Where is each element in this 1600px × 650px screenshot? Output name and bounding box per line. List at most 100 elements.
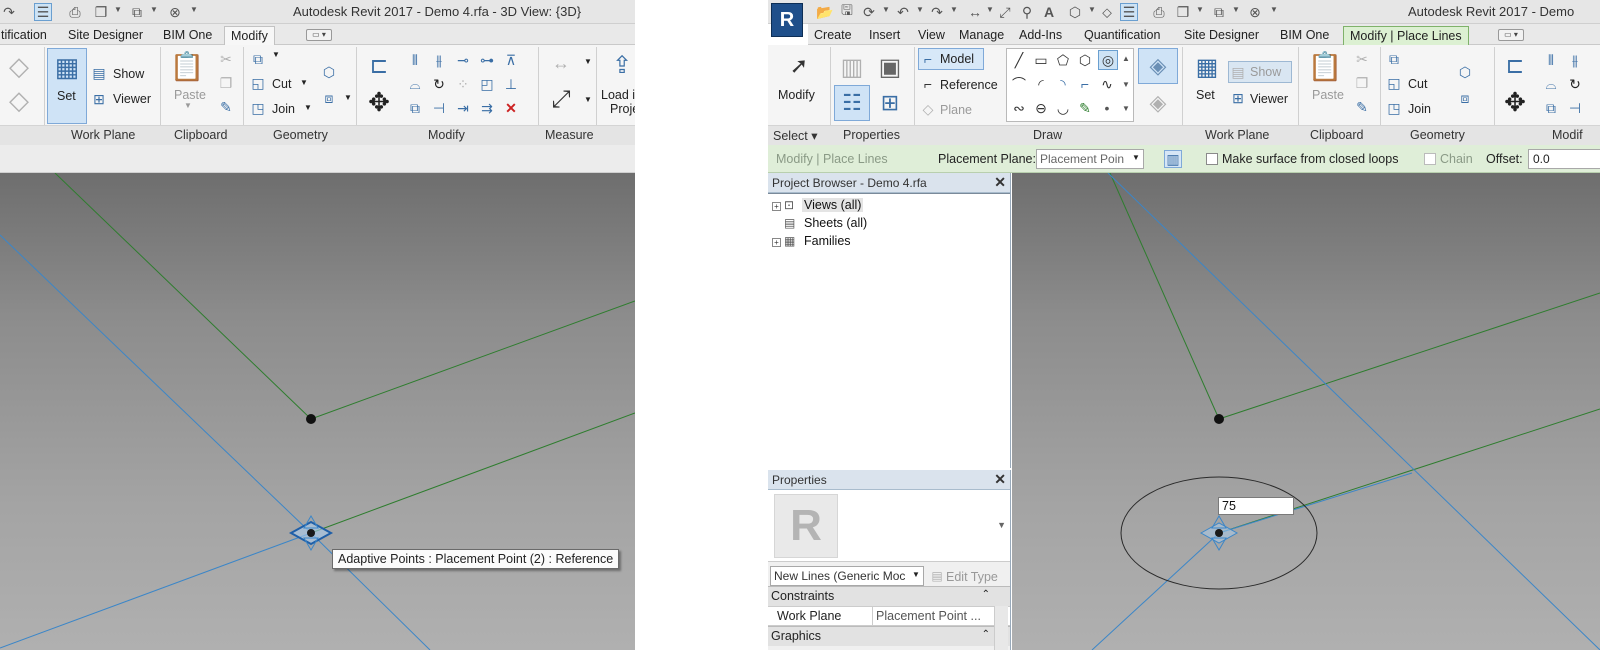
- customize-qat-icon[interactable]: ▼: [190, 5, 198, 14]
- property-row[interactable]: Work Plane Placement Point ...: [768, 606, 1010, 626]
- tab-quantification[interactable]: Quantification: [1078, 26, 1166, 45]
- chevron-down-icon[interactable]: ▼: [1196, 5, 1204, 14]
- model-line[interactable]: [310, 412, 635, 534]
- chevron-down-icon[interactable]: ▼: [986, 5, 994, 14]
- type-dropdown[interactable]: New Lines (Generic Moc: [770, 566, 924, 586]
- load-into-project-icon[interactable]: ⇪: [608, 49, 635, 81]
- cut-clipboard-icon[interactable]: ✂: [218, 51, 234, 67]
- split-face-icon[interactable]: ⧈: [320, 89, 338, 107]
- paste-button[interactable]: Paste: [1312, 88, 1344, 102]
- dimension-icon[interactable]: ⤢: [544, 83, 578, 117]
- reference-line[interactable]: [0, 532, 312, 649]
- chevron-down-icon[interactable]: ▼: [916, 5, 924, 14]
- section-icon[interactable]: ⬦: [1098, 3, 1116, 21]
- measure-icon[interactable]: ↔: [966, 3, 984, 21]
- paste-button[interactable]: Paste: [174, 88, 206, 102]
- family-category-icon[interactable]: ▣: [874, 51, 906, 83]
- trim-extend-multiple-icon[interactable]: ⇉: [478, 99, 496, 117]
- expand-icon[interactable]: +: [772, 238, 781, 247]
- center-ends-arc-icon[interactable]: ◜: [1032, 75, 1050, 93]
- mirror-draw-icon[interactable]: ⫵: [1566, 51, 1584, 69]
- spline-through-points-icon[interactable]: ∾: [1010, 99, 1028, 117]
- redo-icon[interactable]: ↷: [928, 3, 946, 21]
- type-selector[interactable]: R ▼: [768, 490, 1010, 562]
- tab-bim-one[interactable]: BIM One: [1274, 26, 1335, 45]
- viewer-button[interactable]: Viewer: [113, 92, 151, 106]
- default-3d-view-icon[interactable]: ⬡: [1066, 3, 1084, 21]
- reference-line[interactable]: [1091, 532, 1220, 650]
- chevron-down-icon[interactable]: ▼: [1232, 5, 1240, 14]
- gallery-down-icon[interactable]: ▼: [1120, 77, 1132, 91]
- thin-lines-icon[interactable]: ☰: [34, 3, 52, 21]
- print-icon[interactable]: ⎙: [66, 3, 84, 21]
- modify-button[interactable]: Modify: [778, 88, 815, 102]
- wall-joins-icon[interactable]: ⬡: [320, 63, 338, 81]
- draw-on-face-icon[interactable]: ◈: [1140, 87, 1176, 119]
- load-into-project-label[interactable]: Load i: [601, 88, 635, 102]
- cope-icon[interactable]: ⧉: [250, 51, 266, 67]
- cube-icon[interactable]: ◇: [4, 51, 34, 81]
- constraints-group[interactable]: Constraints ⌃: [768, 586, 1010, 606]
- tab-quantification[interactable]: tification: [0, 26, 53, 45]
- start-end-arc-icon[interactable]: ⌒: [1010, 75, 1028, 93]
- rotate-icon[interactable]: ↻: [430, 75, 448, 93]
- partial-ellipse-icon[interactable]: ◡: [1054, 99, 1072, 117]
- tab-views-icon[interactable]: ⧉: [1210, 3, 1228, 21]
- show-button[interactable]: Show: [113, 67, 144, 81]
- mirror-draw-icon[interactable]: ⫵: [430, 51, 448, 69]
- radius-dimension-input[interactable]: 75: [1218, 497, 1294, 515]
- move-icon[interactable]: ✥: [1500, 85, 1530, 119]
- adaptive-point-marker[interactable]: [288, 515, 334, 551]
- tree-item-views[interactable]: Views (all): [802, 198, 864, 212]
- mirror-axis-icon[interactable]: ⫴: [1542, 51, 1560, 69]
- fillet-arc-icon[interactable]: ⌐: [1076, 75, 1094, 93]
- split-face-icon[interactable]: ⧈: [1456, 89, 1474, 107]
- point-element-icon[interactable]: •: [1098, 99, 1116, 117]
- visibility-icon[interactable]: ⊗: [1246, 3, 1264, 21]
- undo-icon[interactable]: ↶: [894, 3, 912, 21]
- show-host-icon[interactable]: ▥: [1164, 150, 1182, 168]
- ellipse-icon[interactable]: ⊖: [1032, 99, 1050, 117]
- model-line[interactable]: [54, 173, 312, 420]
- tab-create[interactable]: Create: [808, 26, 858, 45]
- line-icon[interactable]: ╱: [1010, 51, 1028, 69]
- wall-joins-icon[interactable]: ⬡: [1456, 63, 1474, 81]
- family-types-icon[interactable]: ▥: [834, 51, 870, 83]
- align-icon[interactable]: ⊏: [364, 51, 394, 81]
- set-button[interactable]: Set: [1196, 88, 1215, 102]
- align-icon[interactable]: ⊏: [1500, 51, 1530, 81]
- redo-icon[interactable]: ↷: [0, 3, 18, 21]
- offset-icon[interactable]: ⌓: [1542, 75, 1560, 93]
- copy-icon[interactable]: ❐: [218, 75, 234, 91]
- array-icon[interactable]: ⁘: [454, 75, 472, 93]
- text-icon[interactable]: A: [1040, 3, 1058, 21]
- split-icon[interactable]: ⊸: [454, 51, 472, 69]
- reference-button[interactable]: Reference: [940, 78, 998, 92]
- visibility-icon[interactable]: ⊗: [166, 3, 184, 21]
- offset-icon[interactable]: ⌓: [406, 75, 424, 93]
- join-button[interactable]: Join: [1408, 102, 1431, 116]
- inscribed-polygon-icon[interactable]: ⬠: [1054, 51, 1072, 69]
- tab-bim-one[interactable]: BIM One: [157, 26, 218, 45]
- switch-windows-icon[interactable]: ❐: [1174, 3, 1192, 21]
- tab-add-ins[interactable]: Add-Ins: [1013, 26, 1068, 45]
- circumscribed-polygon-icon[interactable]: ⬡: [1076, 51, 1094, 69]
- pick-lines-icon[interactable]: ✎: [1076, 99, 1094, 117]
- chain-checkbox[interactable]: [1424, 153, 1436, 165]
- model-line[interactable]: [310, 300, 635, 420]
- scale-icon[interactable]: ◰: [478, 75, 496, 93]
- chevron-down-icon[interactable]: ▼: [882, 5, 890, 14]
- panel-select[interactable]: Select ▾: [773, 128, 818, 143]
- rectangle-icon[interactable]: ▭: [1032, 51, 1050, 69]
- graphics-group[interactable]: Graphics ⌃: [768, 626, 1010, 646]
- cut-clipboard-icon[interactable]: ✂: [1354, 51, 1370, 67]
- tab-site-designer[interactable]: Site Designer: [1178, 26, 1265, 45]
- tab-modify[interactable]: Modify: [224, 26, 275, 45]
- tree-item-families[interactable]: Families: [804, 234, 851, 248]
- tab-manage[interactable]: Manage: [953, 26, 1010, 45]
- unpin-icon[interactable]: ⊼: [502, 51, 520, 69]
- move-icon[interactable]: ✥: [364, 85, 394, 119]
- application-menu-icon[interactable]: R: [771, 3, 803, 37]
- cut-button[interactable]: Cut: [272, 77, 291, 91]
- make-surface-checkbox[interactable]: [1206, 153, 1218, 165]
